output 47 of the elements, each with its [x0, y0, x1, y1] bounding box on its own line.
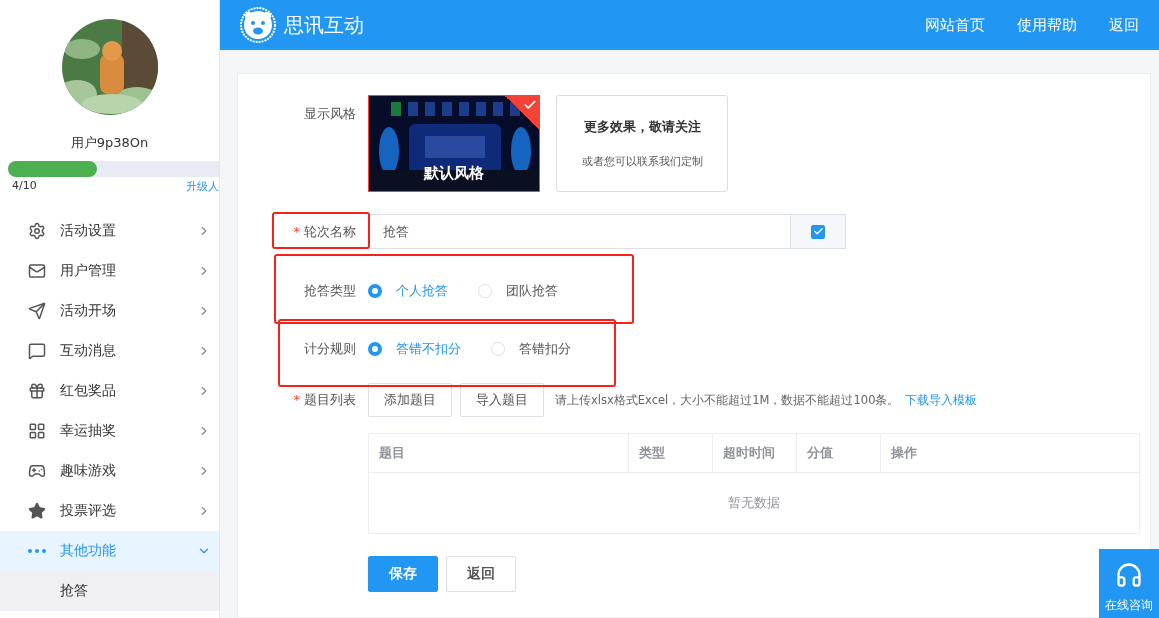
table-header-cell-text: 操作 — [890, 444, 918, 462]
bear-logo-icon — [240, 7, 276, 43]
sidebar-item[interactable]: 用户管理 — [0, 251, 219, 291]
user-name: 用户9p38On — [69, 134, 150, 152]
theme-caption: 默认风格 — [422, 164, 485, 183]
field-label: 计分规则 — [304, 341, 356, 356]
sidebar-item[interactable]: 幸运抽奖 — [0, 411, 219, 451]
question-button[interactable]: 添加题目 — [368, 383, 452, 417]
sidebar-item[interactable]: 投票评选 — [0, 491, 219, 531]
brand-name: 思讯互动 — [284, 11, 365, 39]
table-header-cell: 超时时间 — [713, 434, 797, 472]
star-icon — [28, 502, 46, 520]
table-header-cell: 类型 — [629, 434, 713, 472]
round-name-field[interactable]: 抢答 — [368, 214, 791, 249]
envelope-icon — [28, 262, 46, 280]
card-title: 更多效果，敬请关注 — [583, 118, 701, 136]
field-label: 显示风格 — [304, 106, 356, 121]
sidebar-item[interactable]: 趣味游戏 — [0, 451, 219, 491]
field-label: * 题目列表 — [293, 392, 356, 407]
field-label: * 轮次名称 — [293, 223, 356, 239]
empty-message: 暂无数据 — [727, 494, 781, 512]
sidebar-subitem[interactable]: 抢答 — [0, 571, 219, 611]
paper-plane-icon — [28, 302, 46, 320]
question-button[interactable]: 导入题目 — [460, 383, 544, 417]
radio-option[interactable]: 团队抢答 — [478, 282, 558, 300]
check-icon — [523, 98, 537, 112]
headset-icon — [1115, 561, 1143, 589]
field-label: 抢答类型 — [304, 283, 356, 298]
table-header-cell: 分值 — [797, 434, 881, 472]
card-subtitle: 或者您可以联系我们定制 — [581, 154, 703, 169]
back-button[interactable]: 返回 — [446, 556, 516, 592]
gear-icon — [28, 222, 46, 240]
chat-icon — [28, 342, 46, 360]
theme-thumbnail[interactable]: 默认风格 — [368, 95, 540, 192]
dots-icon — [28, 549, 46, 553]
gift-icon — [28, 382, 46, 400]
checkbox[interactable] — [811, 224, 825, 239]
table-header-cell: 题目 — [369, 434, 629, 472]
grid-icon — [28, 422, 46, 440]
quota-count: 4/10 — [12, 179, 37, 194]
gamepad-icon — [28, 462, 46, 480]
sidebar-item[interactable]: 互动消息 — [0, 331, 219, 371]
upload-hint: 请上传xlsx格式Excel，大小不能超过1M，数据不能超过100条。 — [555, 392, 900, 408]
sidebar-item[interactable]: 红包奖品 — [0, 371, 219, 411]
radio-option[interactable]: 答错扣分 — [491, 340, 571, 358]
sidebar-item[interactable]: 活动设置 — [0, 211, 219, 251]
sidebar-item[interactable]: 活动开场 — [0, 291, 219, 331]
